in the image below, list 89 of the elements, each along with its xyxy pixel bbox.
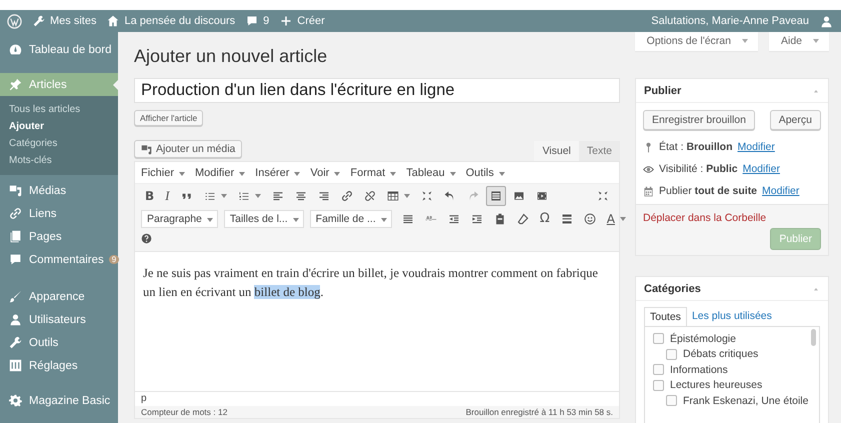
settings-icon xyxy=(9,359,22,372)
italic-button[interactable]: I xyxy=(161,186,174,206)
menu-item[interactable]: Insérer xyxy=(255,166,300,178)
wrench-icon xyxy=(33,15,45,27)
submenu-item[interactable]: Mots-clés xyxy=(0,152,118,169)
media-icon xyxy=(9,184,22,197)
publish-setting: État : Brouillon xyxy=(659,141,733,153)
element-path: p xyxy=(141,393,147,404)
category-label: Informations xyxy=(670,364,728,376)
sidebar-item[interactable]: Liens xyxy=(0,202,118,225)
my-sites-link[interactable]: Mes sites xyxy=(33,15,96,27)
pushpin-icon xyxy=(9,78,22,91)
menu-item[interactable]: Fichier xyxy=(141,166,186,178)
gear-icon xyxy=(9,394,22,407)
sidebar-item[interactable]: Apparence xyxy=(0,285,118,308)
toolbar-toggle-icon[interactable] xyxy=(486,186,506,206)
sidebar-item[interactable]: Réglages xyxy=(0,354,118,377)
box-title: Publier xyxy=(644,84,682,96)
bold-button[interactable]: B xyxy=(141,186,158,206)
category-label: Épistémologie xyxy=(670,332,736,345)
format-select[interactable]: Tailles de l... xyxy=(224,210,304,228)
speech-bubble-icon xyxy=(246,15,258,27)
new-content-link[interactable]: Créer xyxy=(280,15,325,27)
menu-item[interactable]: Outils xyxy=(466,166,505,178)
user-icon xyxy=(9,313,22,326)
user-icon xyxy=(820,14,833,28)
media-icon xyxy=(141,144,152,154)
count-badge: 9 xyxy=(108,255,120,264)
word-count: Compteur de mots : 12 xyxy=(141,407,228,417)
comments-link[interactable]: 9 xyxy=(246,15,270,27)
screen-tab[interactable]: Aide xyxy=(768,32,829,51)
account-link[interactable]: Salutations, Marie-Anne Paveau xyxy=(651,14,833,28)
sidebar-item[interactable]: Tableau de bord xyxy=(0,38,118,61)
submenu-item[interactable]: Tous les articles xyxy=(0,101,118,118)
screen-tab[interactable]: Options de l'écran xyxy=(634,32,758,51)
page-title: Ajouter un nouvel article xyxy=(134,46,328,68)
calendar-icon xyxy=(643,186,654,196)
add-media-button[interactable]: Ajouter un média xyxy=(134,140,242,158)
sidebar-item[interactable]: Commentaires 9 xyxy=(0,248,118,271)
editor-content[interactable]: Je ne suis pas vraiment en train d'écrire un billet, je voudrais montrer comment on fabrique un lien en écrivant un billet de blog. xyxy=(135,251,619,392)
title-field[interactable]: Production d'un lien dans l'écriture en ligne xyxy=(134,78,620,103)
body-paragraph: Je ne suis pas vraiment en train d'écrire un billet, je voudrais montrer comment on fabrique un lien en écrivant un billet de blog. xyxy=(143,265,599,302)
pages-icon xyxy=(9,230,22,243)
caret-icon xyxy=(813,39,819,43)
format-select[interactable]: Paragraphe xyxy=(141,210,218,228)
format-select[interactable]: Famille de ... xyxy=(310,210,392,228)
wrench-icon xyxy=(9,336,22,349)
help-icon[interactable] xyxy=(141,233,152,244)
autosave-status: Brouillon enregistré à 11 h 53 min 58 s. xyxy=(466,407,613,417)
sidebar-item[interactable]: Magazine Basic xyxy=(0,389,118,412)
brush-icon xyxy=(9,290,22,303)
publish-setting: Publier tout de suite xyxy=(659,185,758,197)
category-label: Débats critiques xyxy=(683,348,758,360)
menu-item[interactable]: Modifier xyxy=(195,166,246,178)
view-post-button[interactable]: Afficher l'article xyxy=(134,110,204,126)
menu-item[interactable]: Tableau xyxy=(406,166,456,178)
link-icon xyxy=(9,207,22,220)
menu-item[interactable]: Voir xyxy=(310,166,340,178)
checkbox[interactable] xyxy=(666,395,677,406)
text-color-button[interactable]: A xyxy=(602,208,630,228)
sidebar-item[interactable]: Utilisateurs xyxy=(0,308,118,331)
category-tab[interactable]: Les plus utilisées xyxy=(686,307,777,326)
submenu-item[interactable]: Catégories xyxy=(0,135,118,152)
category-tab[interactable]: Toutes xyxy=(644,307,687,327)
box-title: Catégories xyxy=(644,282,701,294)
checkbox[interactable] xyxy=(653,333,664,344)
editor-tab[interactable]: Texte xyxy=(578,141,620,161)
site-name-link[interactable]: La pensée du discours xyxy=(107,15,236,27)
sidebar-item[interactable]: Médias xyxy=(0,179,118,202)
special-character-button[interactable]: Ω xyxy=(536,208,554,228)
sidebar-item[interactable]: Pages xyxy=(0,225,118,248)
gauge-icon xyxy=(9,43,22,56)
plus-icon xyxy=(280,15,292,27)
scrollbar-thumb[interactable] xyxy=(811,329,816,346)
publish-setting: Visibilité : Public xyxy=(659,163,738,175)
category-label: Lectures heureuses xyxy=(670,379,762,392)
home-icon xyxy=(107,15,120,27)
submenu-item[interactable]: Ajouter xyxy=(0,118,118,135)
checkbox[interactable] xyxy=(653,364,664,376)
checkbox[interactable] xyxy=(666,348,677,360)
eye-icon xyxy=(643,164,654,174)
checkbox[interactable] xyxy=(653,380,664,391)
category-label: Frank Eskenazi, Une étoile xyxy=(683,394,808,407)
speech-bubble-icon xyxy=(9,253,22,266)
caret-icon xyxy=(742,39,748,43)
sidebar-item[interactable]: Outils xyxy=(0,331,118,354)
wordpress-logo-icon[interactable] xyxy=(7,14,22,28)
menu-item[interactable]: Format xyxy=(350,166,396,178)
editor-tab[interactable]: Visuel xyxy=(534,141,579,161)
